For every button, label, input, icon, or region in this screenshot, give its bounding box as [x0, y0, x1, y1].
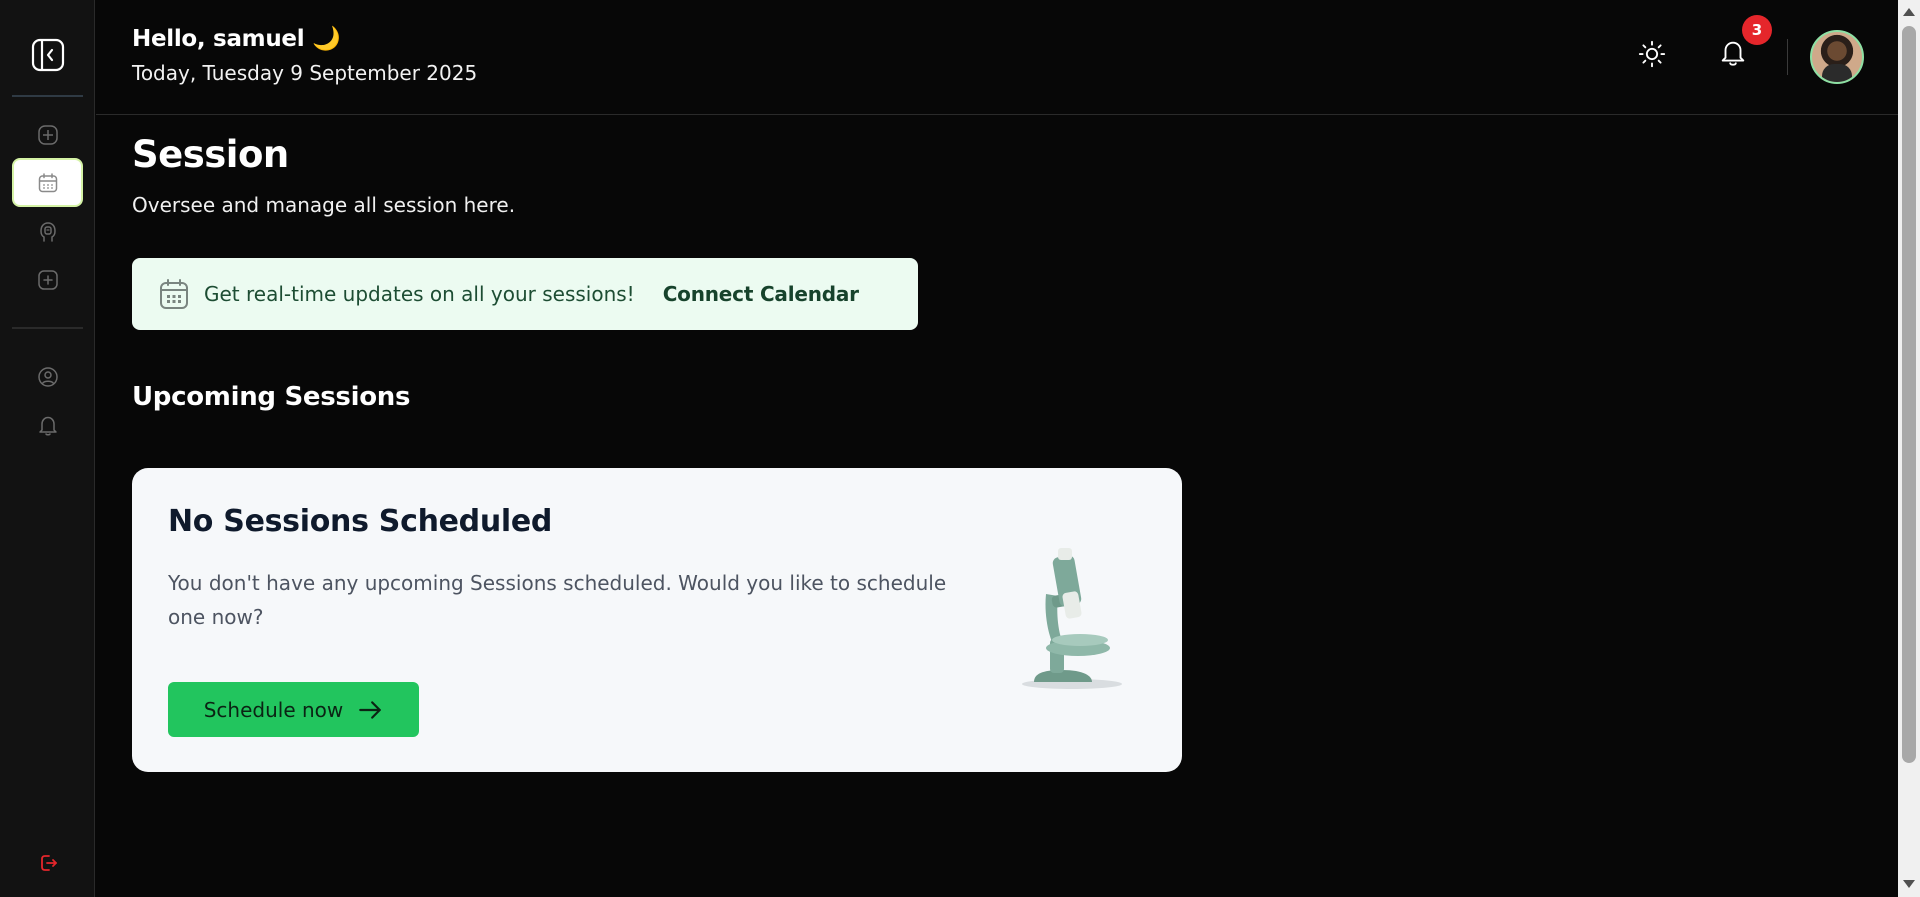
empty-sessions-card: No Sessions Scheduled You don't have any… — [132, 468, 1182, 772]
scrollbar-thumb[interactable] — [1902, 26, 1916, 763]
sidebar — [0, 0, 95, 897]
dashboard-icon — [37, 124, 58, 145]
sidebar-divider — [12, 95, 83, 97]
arrow-right-icon — [359, 700, 382, 719]
greeting-text: Hello, samuel 🌙 — [132, 26, 341, 52]
header-divider — [1787, 39, 1788, 75]
sidebar-divider — [12, 327, 83, 329]
calendar-icon — [158, 277, 190, 311]
calendar-connect-banner: Get real-time updates on all your sessio… — [132, 258, 918, 330]
sidebar-item-dashboard[interactable] — [12, 110, 83, 159]
sidebar-item-mentors[interactable] — [12, 207, 83, 256]
bell-icon — [38, 416, 57, 435]
plus-square-icon — [37, 269, 58, 290]
page-title: Session — [132, 133, 289, 176]
user-circle-icon — [37, 366, 58, 387]
sidebar-item-profile[interactable] — [12, 352, 83, 401]
logout-button[interactable] — [12, 838, 83, 887]
sun-icon — [1638, 40, 1666, 68]
collapse-sidebar-button[interactable] — [12, 30, 83, 79]
empty-state-description: You don't have any upcoming Sessions sch… — [168, 571, 947, 629]
schedule-now-button[interactable]: Schedule now — [168, 682, 419, 737]
page-subtitle: Oversee and manage all session here. — [132, 193, 516, 217]
notifications-button[interactable] — [1717, 36, 1749, 70]
banner-text: Get real-time updates on all your sessio… — [204, 282, 635, 306]
scroll-up-icon[interactable] — [1903, 8, 1915, 16]
top-header: Hello, samuel 🌙 Today, Tuesday 9 Septemb… — [96, 0, 1898, 115]
scroll-down-icon[interactable] — [1903, 880, 1915, 888]
empty-state-title: No Sessions Scheduled — [168, 504, 553, 539]
upcoming-sessions-heading: Upcoming Sessions — [132, 382, 411, 412]
collapse-icon — [31, 38, 64, 71]
logout-icon — [40, 854, 57, 871]
calendar-icon — [38, 172, 57, 192]
bell-icon — [1721, 41, 1745, 66]
microscope-illustration — [1022, 548, 1122, 689]
notification-count-badge: 3 — [1742, 15, 1772, 45]
page-scrollbar[interactable] — [1898, 0, 1920, 897]
connect-calendar-link[interactable]: Connect Calendar — [663, 282, 859, 306]
schedule-now-label: Schedule now — [203, 697, 344, 722]
sidebar-item-add[interactable] — [12, 255, 83, 304]
sidebar-item-sessions[interactable] — [12, 158, 83, 207]
avatar[interactable] — [1810, 30, 1864, 84]
sidebar-item-notifications[interactable] — [12, 400, 83, 449]
mentor-icon — [39, 221, 56, 242]
app-root: Hello, samuel 🌙 Today, Tuesday 9 Septemb… — [0, 0, 1920, 897]
date-text: Today, Tuesday 9 September 2025 — [132, 61, 478, 85]
theme-toggle-button[interactable] — [1636, 38, 1668, 70]
